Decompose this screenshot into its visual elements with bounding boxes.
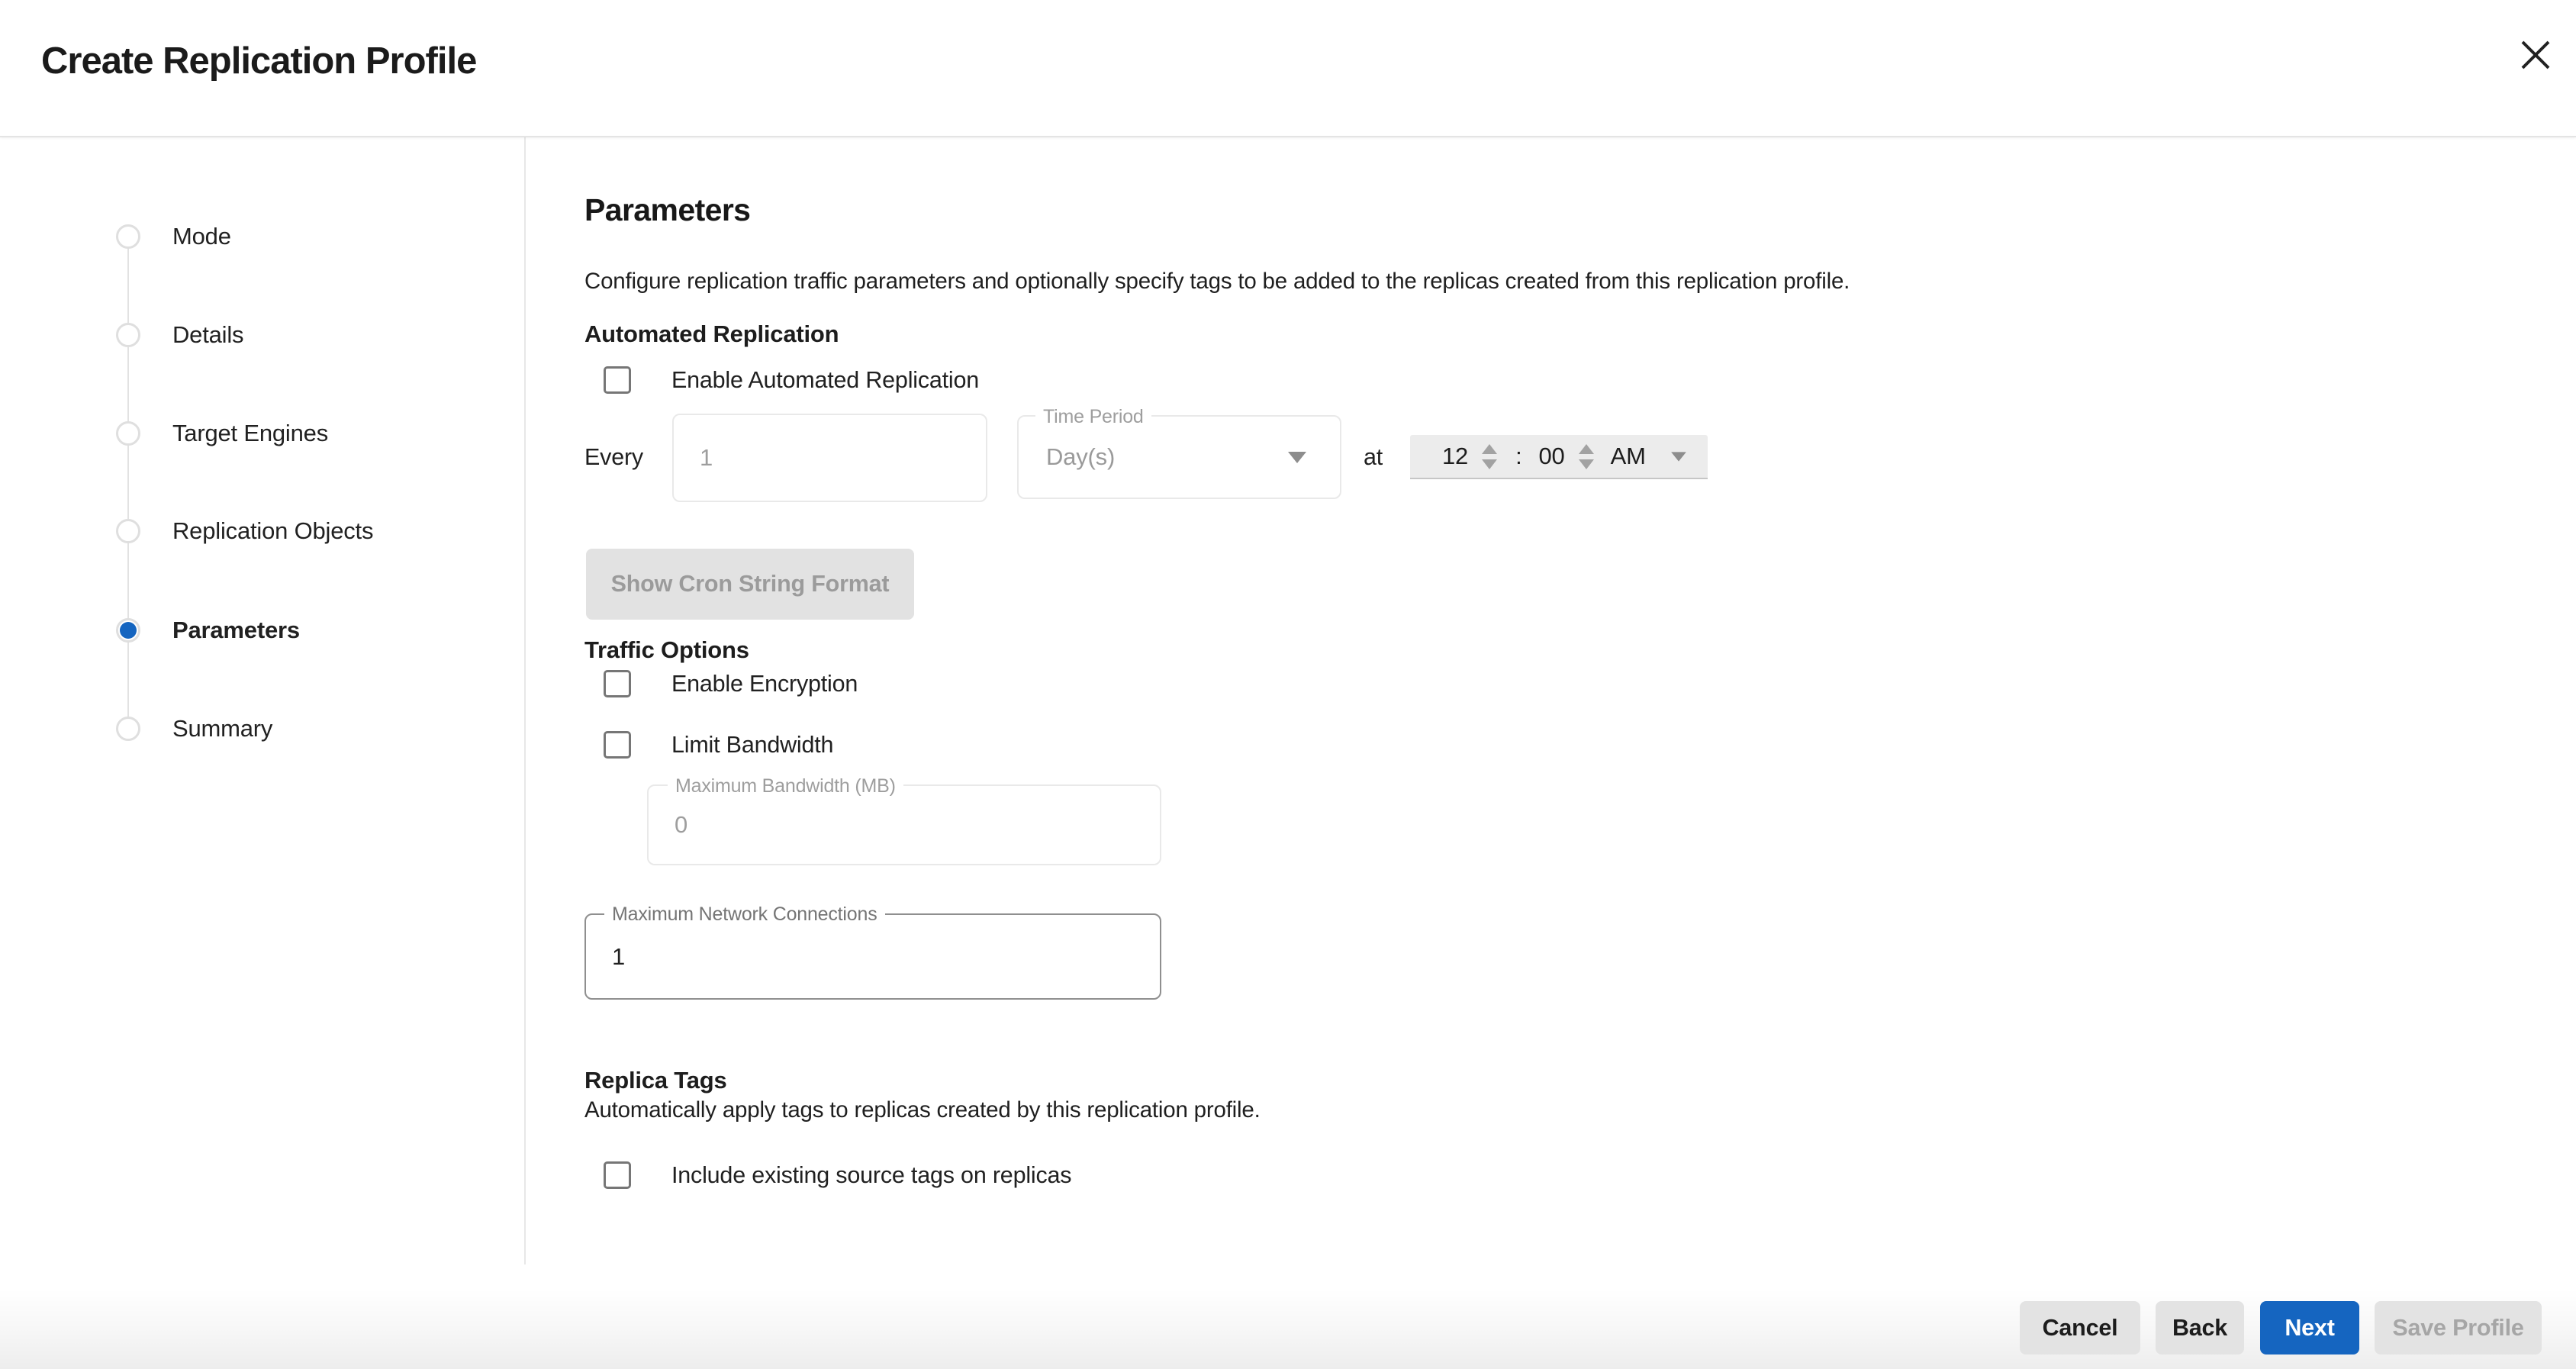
- save-profile-button[interactable]: Save Profile: [2375, 1301, 2542, 1355]
- max-network-connections-field: Maximum Network Connections: [584, 913, 1161, 1000]
- step-label: Replication Objects: [172, 517, 373, 545]
- step-label: Target Engines: [172, 420, 328, 447]
- time-period-value: Day(s): [1046, 417, 1115, 498]
- back-button[interactable]: Back: [2156, 1301, 2244, 1355]
- step-circle: [116, 717, 140, 741]
- step-label: Mode: [172, 223, 231, 250]
- panel-description: Configure replication traffic parameters…: [584, 269, 1850, 295]
- include-source-tags-label[interactable]: Include existing source tags on replicas: [671, 1161, 1071, 1190]
- triangle-up-icon[interactable]: [1579, 444, 1594, 454]
- stepper-content-divider: [524, 136, 526, 1264]
- triangle-down-icon[interactable]: [1482, 459, 1497, 469]
- replica-tags-section-title: Replica Tags: [584, 1067, 727, 1094]
- show-cron-string-format-button[interactable]: Show Cron String Format: [586, 549, 914, 620]
- every-interval-input[interactable]: [674, 415, 986, 501]
- chevron-down-icon: [1288, 452, 1306, 463]
- step-label: Details: [172, 321, 243, 349]
- meridiem-value[interactable]: AM: [1611, 443, 1646, 470]
- dialog-header: Create Replication Profile: [0, 0, 2576, 137]
- max-network-connections-floating-label: Maximum Network Connections: [604, 904, 885, 924]
- triangle-up-icon[interactable]: [1482, 444, 1497, 454]
- chevron-down-icon[interactable]: [1671, 452, 1686, 461]
- step-label: Parameters: [172, 617, 300, 644]
- max-bandwidth-field: Maximum Bandwidth (MB): [647, 784, 1161, 865]
- step-circle: [116, 323, 140, 347]
- create-replication-profile-dialog: Create Replication Profile Mode Details …: [0, 0, 2576, 1369]
- include-source-tags-checkbox[interactable]: [604, 1161, 631, 1189]
- replica-tags-description: Automatically apply tags to replicas cre…: [584, 1097, 1261, 1123]
- enable-automated-replication-label[interactable]: Enable Automated Replication: [671, 366, 979, 395]
- close-button[interactable]: [2516, 37, 2555, 75]
- page-title: Create Replication Profile: [41, 40, 476, 82]
- active-step-dot-icon: [120, 622, 137, 639]
- limit-bandwidth-label[interactable]: Limit Bandwidth: [671, 730, 833, 759]
- time-picker: 12 : 00 AM: [1410, 435, 1708, 479]
- minute-spinner: [1579, 444, 1594, 469]
- time-separator: :: [1515, 443, 1521, 470]
- step-circle: [116, 421, 140, 446]
- enable-automated-replication-checkbox[interactable]: [604, 366, 631, 394]
- step-circle-active: [116, 618, 140, 643]
- max-network-connections-input[interactable]: [586, 915, 1160, 998]
- next-button[interactable]: Next: [2260, 1301, 2359, 1355]
- minute-value[interactable]: 00: [1539, 443, 1565, 470]
- close-icon: [2520, 39, 2552, 73]
- at-label: at: [1364, 444, 1383, 471]
- hour-spinner: [1482, 444, 1497, 469]
- step-label: Summary: [172, 715, 272, 742]
- limit-bandwidth-checkbox[interactable]: [604, 731, 631, 759]
- step-circle: [116, 224, 140, 249]
- enable-encryption-checkbox[interactable]: [604, 670, 631, 697]
- wizard-stepper: Mode Details Target Engines Replication …: [0, 136, 524, 1369]
- enable-encryption-label[interactable]: Enable Encryption: [671, 669, 858, 698]
- panel-heading: Parameters: [584, 192, 750, 228]
- time-period-select[interactable]: Time Period Day(s): [1017, 415, 1341, 499]
- max-bandwidth-floating-label: Maximum Bandwidth (MB): [668, 776, 903, 796]
- traffic-options-section-title: Traffic Options: [584, 636, 749, 664]
- max-bandwidth-input[interactable]: [649, 786, 1160, 864]
- every-interval-field: [672, 414, 987, 502]
- step-circle: [116, 519, 140, 543]
- stepper-connector: [127, 237, 129, 729]
- automated-replication-section-title: Automated Replication: [584, 321, 839, 348]
- every-label: Every: [584, 444, 643, 471]
- cancel-button[interactable]: Cancel: [2020, 1301, 2140, 1355]
- hour-value[interactable]: 12: [1442, 443, 1468, 470]
- triangle-down-icon[interactable]: [1579, 459, 1594, 469]
